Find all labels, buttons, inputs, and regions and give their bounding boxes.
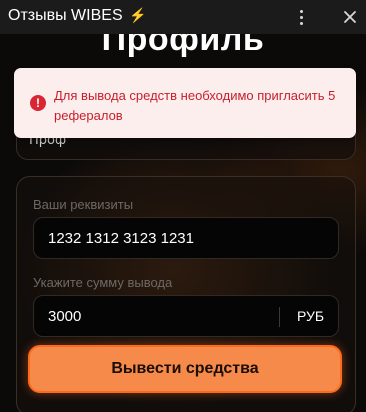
toast-message: Для вывода средств необходимо пригласить…	[54, 88, 336, 123]
more-vertical-icon[interactable]	[291, 6, 311, 28]
amount-input[interactable]: 3000 РУБ	[33, 295, 339, 337]
details-label: Ваши реквизиты	[33, 197, 134, 212]
withdraw-button[interactable]: Вывести средства	[28, 345, 342, 393]
currency-label: РУБ	[297, 308, 325, 324]
error-icon: !	[30, 95, 46, 111]
app-title: Отзывы WIBES ⚡	[8, 7, 147, 25]
app-window: Отзывы WIBES ⚡ Профиль Проф ! Для вывода…	[0, 0, 366, 412]
error-toast[interactable]: ! Для вывода средств необходимо пригласи…	[14, 68, 356, 138]
amount-label: Укажите сумму вывода	[33, 275, 173, 290]
bolt-icon: ⚡	[129, 7, 147, 23]
details-input[interactable]: 1232 1312 3123 1231	[33, 217, 339, 259]
field-divider	[279, 307, 280, 327]
details-value: 1232 1312 3123 1231	[48, 230, 194, 247]
close-icon[interactable]	[339, 6, 361, 28]
amount-value: 3000	[48, 308, 82, 325]
app-title-text: Отзывы WIBES	[8, 7, 123, 24]
title-bar: Отзывы WIBES ⚡	[0, 0, 366, 34]
